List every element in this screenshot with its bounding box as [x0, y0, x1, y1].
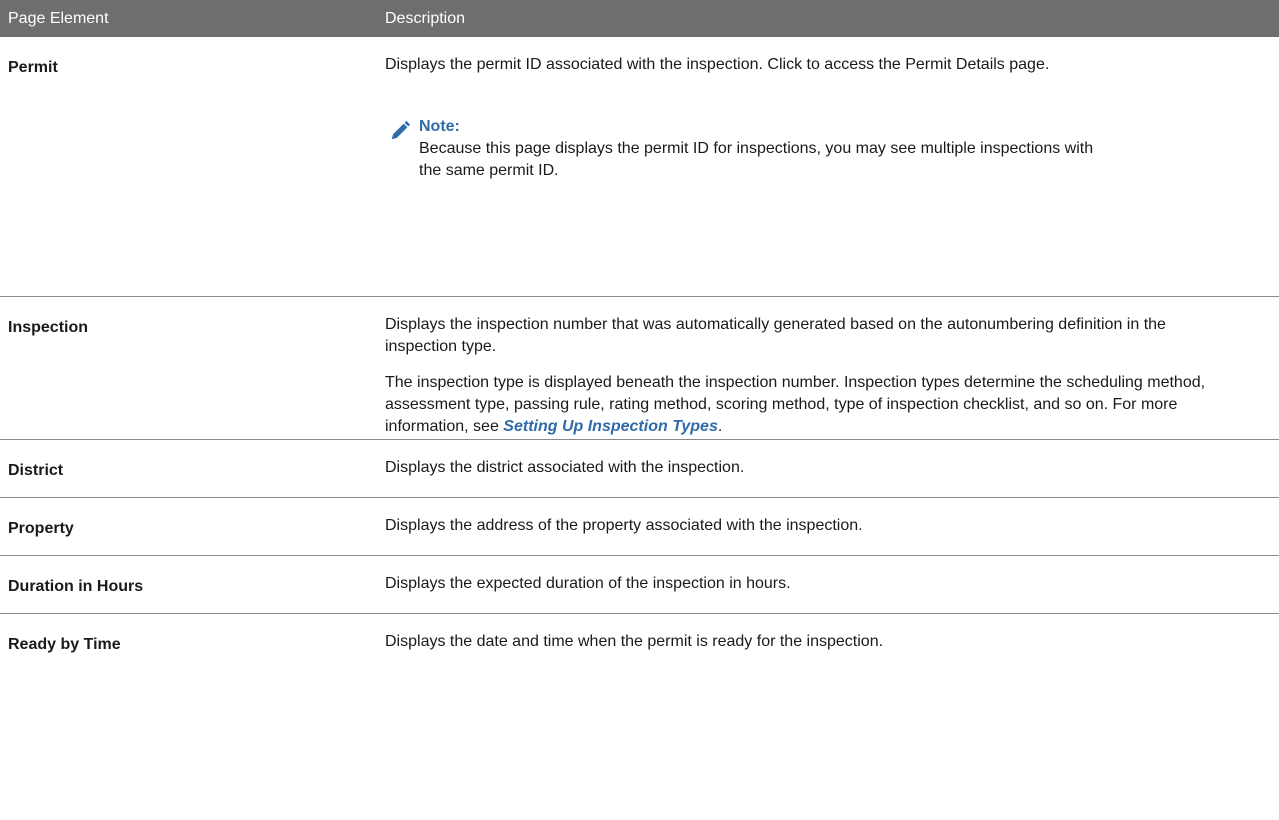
- note-text: Because this page displays the permit ID…: [419, 140, 1094, 179]
- description-paragraph: Displays the date and time when the perm…: [385, 633, 884, 650]
- pencil-icon: [389, 116, 419, 182]
- element-name-permit: Permit: [8, 59, 58, 76]
- element-name-property: Property: [8, 520, 74, 537]
- note-callout: Note: Because this page displays the per…: [389, 116, 1239, 182]
- description-suffix: .: [717, 418, 723, 435]
- element-description: Displays the address of the property ass…: [385, 498, 1279, 555]
- table-header: Page Element Description: [0, 0, 1279, 37]
- description-paragraph: Displays the district associated with th…: [385, 459, 745, 476]
- page-element-table: Page Element Description Permit Displays…: [0, 0, 1279, 672]
- table-row: Inspection Displays the inspection numbe…: [0, 297, 1279, 440]
- table-row: Ready by Time Displays the date and time…: [0, 614, 1279, 672]
- table-row: District Displays the district associate…: [0, 440, 1279, 498]
- element-name-ready-by-time: Ready by Time: [8, 636, 121, 653]
- description-paragraph: Displays the inspection number that was …: [385, 316, 1166, 355]
- element-description: Displays the date and time when the perm…: [385, 614, 1279, 672]
- column-header-description: Description: [385, 10, 466, 27]
- column-header-page-element: Page Element: [8, 10, 109, 27]
- table-row: Property Displays the address of the pro…: [0, 498, 1279, 556]
- description-paragraph: Displays the address of the property ass…: [385, 517, 863, 534]
- table-row: Permit Displays the permit ID associated…: [0, 37, 1279, 297]
- note-title: Note:: [419, 118, 460, 135]
- element-description: Displays the expected duration of the in…: [385, 556, 1279, 613]
- setting-up-inspection-types-link[interactable]: Setting Up Inspection Types: [503, 418, 718, 435]
- element-name-inspection: Inspection: [8, 319, 89, 336]
- element-name-district: District: [8, 462, 64, 479]
- element-description: Displays the district associated with th…: [385, 440, 1279, 497]
- description-paragraph-with-link: The inspection type is displayed beneath…: [385, 372, 1239, 438]
- description-paragraph: Displays the expected duration of the in…: [385, 575, 791, 592]
- element-description: Displays the inspection number that was …: [385, 297, 1279, 439]
- element-description: Displays the permit ID associated with t…: [385, 37, 1279, 296]
- table-row: Duration in Hours Displays the expected …: [0, 556, 1279, 614]
- element-name-duration-in-hours: Duration in Hours: [8, 578, 144, 595]
- description-paragraph: Displays the permit ID associated with t…: [385, 56, 1050, 73]
